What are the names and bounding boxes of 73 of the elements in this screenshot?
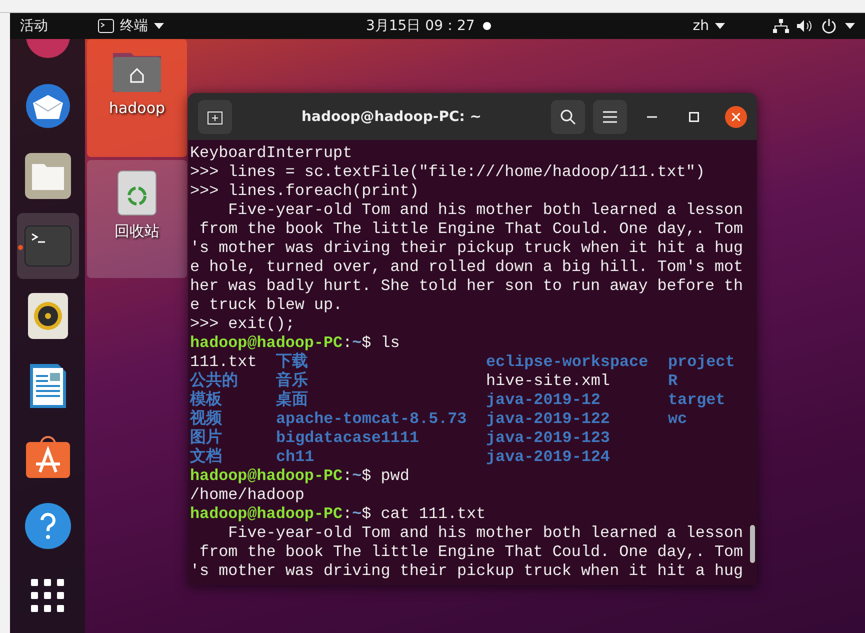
terminal-line: KeyboardInterrupt (190, 144, 354, 163)
listing-entry: 音乐 (276, 372, 309, 390)
app-menu[interactable]: 终端 (98, 17, 164, 35)
listing-entry: ch11 (276, 448, 316, 467)
scrollbar-thumb[interactable] (750, 525, 755, 563)
listing-entry: 111.txt (190, 353, 258, 372)
terminal-line: >>> lines = sc.textFile("file:///home/hadoop/111.txt") (190, 163, 706, 182)
terminal-line: e hole, turned over, and rolled down a big hill. Tom's mot (190, 258, 744, 277)
listing-entry: target (668, 391, 726, 410)
listing-entry: java-2019-12 (486, 391, 602, 410)
terminal-line: >>> lines.foreach(print) (190, 182, 420, 201)
menu-button[interactable] (593, 100, 627, 134)
listing-entry: java-2019-123 (486, 429, 611, 448)
search-icon (560, 108, 576, 124)
terminal-line: her was badly hurt. She told her son to run away before th (190, 277, 744, 296)
plus-box-icon (207, 108, 223, 124)
listing-entry: 公共的 (190, 372, 239, 390)
speaker-icon[interactable] (26, 292, 68, 340)
input-method-menu[interactable]: zh (692, 18, 726, 34)
activities-button[interactable]: 活动 (20, 17, 90, 35)
desktop-icon[interactable]: 回收站 (87, 160, 187, 278)
window-title: hadoop@hadoop-PC: ~ (300, 108, 482, 124)
terminal-line: Five-year-old Tom and his mother both learned a lesson (227, 524, 744, 543)
caret-icon (154, 23, 164, 29)
listing-entry: R (668, 372, 679, 391)
caret-icon[interactable] (845, 23, 856, 29)
recycle-bin-icon (117, 170, 157, 216)
power-icon[interactable] (821, 18, 838, 34)
prompt-line: hadoop@hadoop-PC:~$ cat 111.txt (190, 505, 487, 524)
listing-entry: eclipse-workspace (486, 353, 650, 372)
listing-entry: 文档 (190, 448, 223, 467)
terminal-line: from the book The little Engine That Could. One day,. Tom (198, 543, 744, 562)
listing-entry: 模板 (190, 391, 223, 409)
listing-entry: hive-site.xml (486, 372, 611, 391)
app-grid-icon[interactable] (30, 579, 64, 613)
menu-icon (603, 110, 617, 122)
listing-entry: project (668, 353, 736, 372)
terminal-line: e truck blew up. (190, 296, 344, 315)
volume-icon[interactable] (797, 19, 814, 33)
new-tab-button[interactable] (198, 100, 232, 134)
terminal-line: >>> exit(); (190, 315, 296, 334)
help-icon[interactable] (24, 502, 72, 550)
listing-entry: java-2019-122 (486, 410, 611, 429)
listing-entry: 视频 (190, 410, 223, 428)
running-dot (18, 245, 22, 250)
desktop-icon-label: 回收站 (114, 222, 160, 241)
terminal-icon (98, 19, 114, 33)
close-button[interactable] (725, 106, 747, 128)
minimize-icon (647, 116, 657, 118)
desktop-icon-label: hadoop (108, 99, 166, 117)
prompt-line: hadoop@hadoop-PC:~$ pwd (190, 467, 410, 486)
listing-entry: 图片 (190, 429, 223, 447)
clock[interactable]: 3月15日 09：27 (366, 17, 475, 35)
terminal-line: 's mother was driving their pickup truck when it hit a hug (190, 239, 744, 258)
desktop-icon[interactable]: hadoop (87, 39, 187, 157)
listing-entry: bigdatacase1111 (276, 429, 420, 448)
listing-entry: java-2019-124 (486, 448, 611, 467)
terminal-line: Five-year-old Tom and his mother both learned a lesson (227, 201, 744, 220)
terminal-line: from the book The little Engine That Could. One day,. Tom (198, 220, 744, 239)
folder-icon[interactable] (24, 152, 72, 200)
terminal-line: 's mother was driving their pickup truck when it hit a hug (190, 562, 744, 581)
prompt-line: hadoop@hadoop-PC:~$ ls (190, 334, 401, 352)
listing-entry: 下载 (276, 353, 309, 371)
search-button[interactable] (551, 100, 585, 134)
listing-entry: apache-tomcat-8.5.73 (276, 410, 468, 429)
caret-icon (715, 23, 726, 29)
document-icon[interactable] (28, 362, 68, 410)
listing-entry: 桌面 (276, 391, 309, 410)
network-icon[interactable] (773, 19, 790, 33)
maximize-icon (689, 112, 699, 122)
close-icon (732, 112, 740, 120)
terminal-line: /home/hadoop (190, 486, 306, 505)
listing-entry: wc (668, 410, 688, 429)
